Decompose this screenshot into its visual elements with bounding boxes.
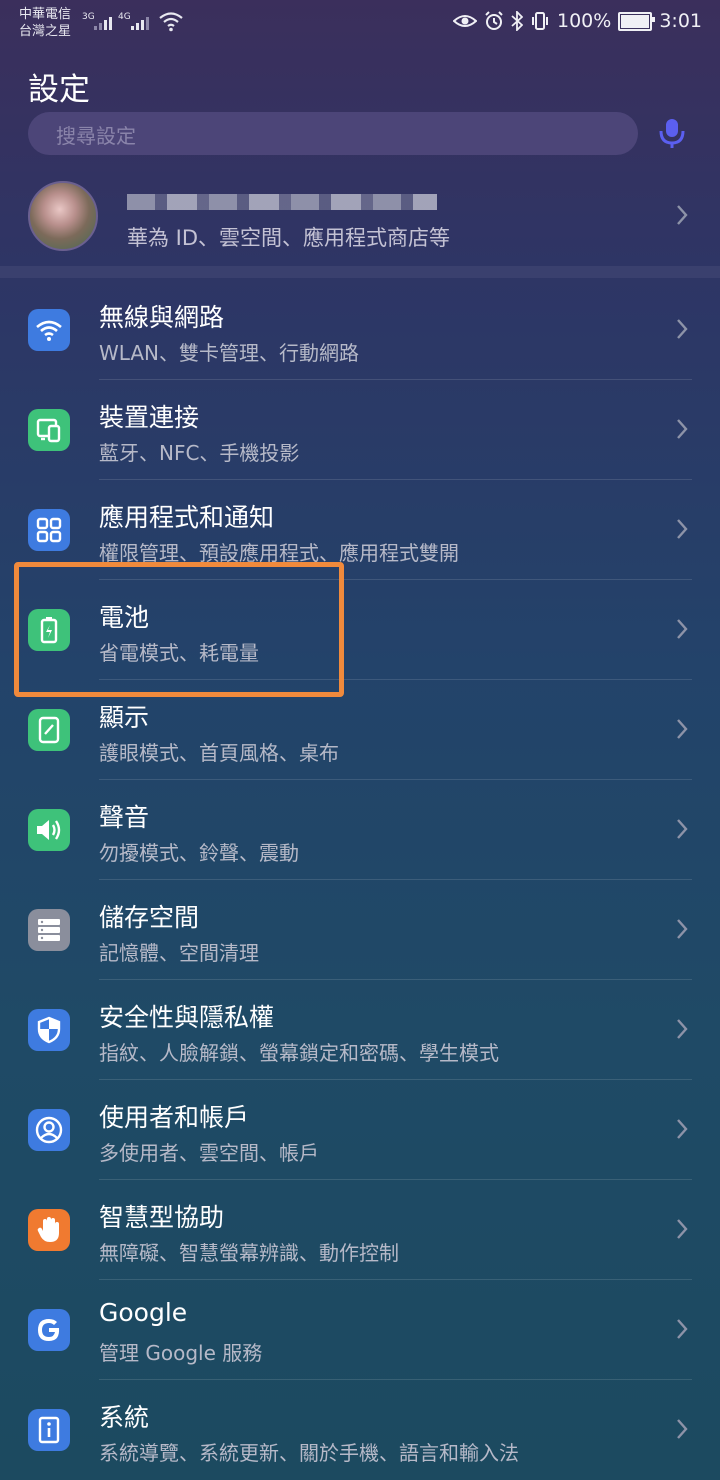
chevron-right-icon xyxy=(677,919,688,939)
row-subtitle: 藍牙、NFC、手機投影 xyxy=(99,441,300,465)
row-subtitle: 系統導覽、系統更新、關於手機、語言和輸入法 xyxy=(99,1441,519,1465)
section-divider xyxy=(0,266,720,278)
setting-row-system[interactable]: 系統 系統導覽、系統更新、關於手機、語言和輸入法 xyxy=(0,1380,720,1480)
eye-comfort-icon xyxy=(453,15,477,27)
row-label: 應用程式和通知 xyxy=(99,503,275,532)
display-icon xyxy=(38,716,60,744)
row-label: 聲音 xyxy=(99,803,150,832)
account-name-redacted xyxy=(127,194,437,210)
chevron-right-icon xyxy=(677,619,688,639)
clock: 3:01 xyxy=(659,10,702,32)
row-label: 儲存空間 xyxy=(99,903,200,932)
row-subtitle: 指紋、人臉解鎖、螢幕鎖定和密碼、學生模式 xyxy=(99,1041,499,1065)
row-icon-box xyxy=(28,709,70,751)
setting-row-sound[interactable]: 聲音 勿擾模式、鈴聲、震動 xyxy=(0,780,720,880)
hand-icon xyxy=(37,1217,59,1242)
setting-row-wireless[interactable]: 無線與網路 WLAN、雙卡管理、行動網路 xyxy=(0,280,720,380)
alarm-icon xyxy=(485,11,503,30)
row-label: 使用者和帳戶 xyxy=(99,1103,250,1132)
signal-bars-2-icon xyxy=(131,14,149,30)
chevron-right-icon xyxy=(677,1219,688,1239)
row-icon-box xyxy=(28,809,70,851)
setting-row-storage[interactable]: 儲存空間 記憶體、空間清理 xyxy=(0,880,720,980)
row-subtitle: 管理 Google 服務 xyxy=(99,1341,263,1365)
search-input[interactable]: 搜尋設定 xyxy=(28,112,638,155)
row-icon-box xyxy=(28,1209,70,1251)
mic-icon[interactable] xyxy=(655,116,689,150)
row-label: 無線與網路 xyxy=(99,303,225,332)
chevron-right-icon xyxy=(677,419,688,439)
apps-grid-icon xyxy=(36,517,62,543)
vibrate-icon xyxy=(532,12,548,30)
carrier-1: 中華電信 xyxy=(19,7,72,22)
account-row[interactable]: 華為 ID、雲空間、應用程式商店等 xyxy=(0,168,720,264)
chevron-right-icon xyxy=(677,1119,688,1139)
setting-row-google[interactable]: Google 管理 Google 服務 xyxy=(0,1280,720,1380)
row-icon-box xyxy=(28,1009,70,1051)
chevron-right-icon xyxy=(677,319,688,339)
row-subtitle: 記憶體、空間清理 xyxy=(99,941,259,965)
setting-row-device-connection[interactable]: 裝置連接 藍牙、NFC、手機投影 xyxy=(0,380,720,480)
bluetooth-icon xyxy=(511,11,523,31)
speaker-icon xyxy=(37,820,61,840)
google-icon xyxy=(38,1319,60,1341)
row-icon-box xyxy=(28,409,70,451)
row-icon-box xyxy=(28,309,70,351)
setting-row-security-privacy[interactable]: 安全性與隱私權 指紋、人臉解鎖、螢幕鎖定和密碼、學生模式 xyxy=(0,980,720,1080)
wifi-status-icon xyxy=(159,12,183,32)
page-title: 設定 xyxy=(28,72,90,108)
row-icon-box xyxy=(28,909,70,951)
shield-icon xyxy=(37,1016,61,1044)
row-icon-box xyxy=(28,1109,70,1151)
network-type-2: 4G xyxy=(118,12,131,22)
chevron-right-icon xyxy=(677,719,688,739)
row-label: 安全性與隱私權 xyxy=(99,1003,275,1032)
row-subtitle: 勿擾模式、鈴聲、震動 xyxy=(99,841,299,865)
carrier-labels: 中華電信 台灣之星 xyxy=(19,6,71,40)
chevron-right-icon xyxy=(677,205,688,225)
chevron-right-icon xyxy=(677,1019,688,1039)
chevron-right-icon xyxy=(677,819,688,839)
search-placeholder: 搜尋設定 xyxy=(56,124,136,148)
row-subtitle: WLAN、雙卡管理、行動網路 xyxy=(99,341,360,365)
row-subtitle: 多使用者、雲空間、帳戶 xyxy=(99,1141,319,1165)
row-label: 智慧型協助 xyxy=(99,1203,225,1232)
device-connect-icon xyxy=(36,418,61,443)
battery-status-icon xyxy=(618,11,656,31)
avatar xyxy=(28,181,98,251)
status-right: 100% 3:01 xyxy=(453,10,702,32)
settings-list: 無線與網路 WLAN、雙卡管理、行動網路 裝置連接 藍牙、NFC、手機投影 應用… xyxy=(0,280,720,1480)
row-icon-box xyxy=(28,1409,70,1451)
network-type-1: 3G xyxy=(82,12,95,22)
row-label: 裝置連接 xyxy=(99,403,200,432)
status-bar: 中華電信 台灣之星 3G 4G 100% 3:01 xyxy=(0,0,720,46)
setting-row-users-accounts[interactable]: 使用者和帳戶 多使用者、雲空間、帳戶 xyxy=(0,1080,720,1180)
row-label: 系統 xyxy=(99,1403,150,1432)
row-icon-box xyxy=(28,509,70,551)
storage-icon xyxy=(38,919,60,941)
highlight-annotation-box xyxy=(14,562,344,697)
row-label: 顯示 xyxy=(99,703,150,732)
carrier-2: 台灣之星 xyxy=(19,24,72,39)
user-icon xyxy=(35,1116,63,1144)
info-icon xyxy=(38,1416,60,1444)
signal-bars-1-icon xyxy=(94,14,112,30)
chevron-right-icon xyxy=(677,1419,688,1439)
chevron-right-icon xyxy=(677,1319,688,1339)
row-icon-box xyxy=(28,1309,70,1351)
setting-row-smart-assistance[interactable]: 智慧型協助 無障礙、智慧螢幕辨識、動作控制 xyxy=(0,1180,720,1280)
row-subtitle: 無障礙、智慧螢幕辨識、動作控制 xyxy=(99,1241,399,1265)
row-subtitle: 護眼模式、首頁風格、桌布 xyxy=(99,741,339,765)
row-label: Google xyxy=(99,1298,188,1327)
account-subtitle: 華為 ID、雲空間、應用程式商店等 xyxy=(127,226,451,250)
chevron-right-icon xyxy=(677,519,688,539)
wifi-icon xyxy=(36,320,62,341)
battery-percent: 100% xyxy=(557,10,612,32)
